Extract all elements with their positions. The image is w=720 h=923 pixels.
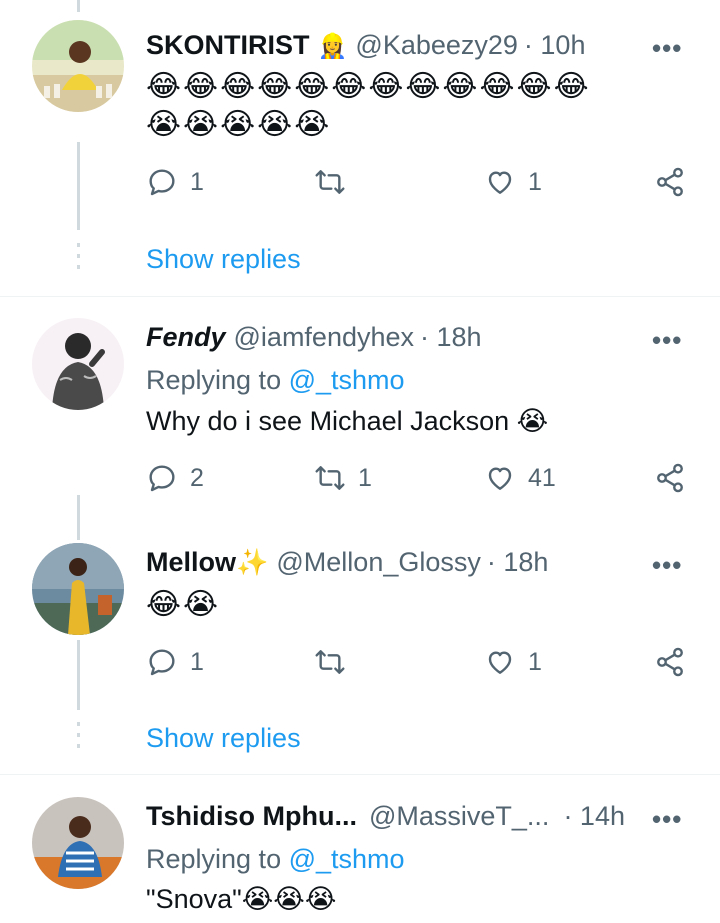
display-name[interactable]: Fendy [146,322,226,353]
display-name[interactable]: Tshidiso Mphu... [146,801,357,832]
heart-icon [488,171,512,194]
tweet-header: SKONTIRIST 👷‍♀️ @Kabeezy29 · 10h [146,30,585,61]
user-handle[interactable]: @Mellon_Glossy [276,547,480,578]
user-handle[interactable]: @iamfendyhex [234,322,415,353]
more-options-icon[interactable]: ••• [652,35,682,61]
reply-icon [149,169,175,196]
tweet-text: "Snova"😭😭😭 [146,884,337,914]
show-replies-link[interactable]: Show replies [146,723,301,754]
divider [0,774,720,775]
like-button[interactable]: 1 [484,166,542,198]
share-icon [657,647,683,677]
display-name[interactable]: SKONTIRIST [146,30,310,61]
avatar[interactable] [32,20,124,112]
display-name[interactable]: Mellow [146,547,236,578]
tweet-text: 😭😭😭😭😭 [146,108,332,141]
replying-to-handle[interactable]: @_tshmo [289,365,405,395]
tweet-text: Why do i see Michael Jackson 😭 [146,406,549,436]
share-button[interactable] [654,166,686,198]
share-button[interactable] [654,462,686,494]
like-count: 41 [528,463,556,492]
reply-icon [149,649,175,676]
like-count: 1 [528,167,542,196]
tweet-actions: 1 1 [146,166,696,206]
tweet-text: 😂😭 [146,588,221,621]
user-handle[interactable]: @Kabeezy29 [355,30,518,61]
avatar[interactable] [32,318,124,410]
reply-button[interactable]: 1 [146,646,204,678]
reply-count: 1 [190,647,204,676]
user-handle[interactable]: @MassiveT_... [369,801,549,832]
share-icon [657,167,683,197]
timestamp[interactable]: · 18h [487,547,549,578]
retweet-button[interactable] [314,166,358,198]
replying-to: Replying to @_tshmo [146,365,405,396]
retweet-icon [315,650,345,674]
retweet-button[interactable] [314,646,358,678]
avatar[interactable] [32,797,124,889]
name-emoji: ✨ [236,547,269,577]
tweet-text: 😂😂😂😂😂😂😂😂😂😂😂😂 [146,70,591,103]
reply-button[interactable]: 1 [146,166,204,198]
like-count: 1 [528,647,542,676]
retweet-icon [315,170,345,194]
timestamp[interactable]: · 14h [563,801,625,832]
tweet-actions: 2 1 41 [146,462,696,502]
replying-to-label: Replying to [146,365,289,395]
thread-line [77,142,80,230]
tweet-header: Fendy @iamfendyhex · 18h [146,322,482,353]
like-button[interactable]: 1 [484,646,542,678]
tweet-actions: 1 1 [146,646,696,686]
thread-dots [77,722,80,755]
timestamp[interactable]: · 10h [524,30,586,61]
thread-line [77,0,80,12]
name-emoji: 👷‍♀️ [317,33,348,60]
more-options-icon[interactable]: ••• [652,552,682,578]
replying-to-label: Replying to [146,844,289,874]
reply-button[interactable]: 2 [146,462,204,494]
reply-icon [149,465,175,492]
reply-count: 2 [190,463,204,492]
more-options-icon[interactable]: ••• [652,806,682,832]
retweet-button[interactable]: 1 [314,462,372,494]
thread-line [77,640,80,710]
thread-dots [77,243,80,276]
tweet-header: Tshidiso Mphu... @MassiveT_... · 14h [146,801,625,832]
like-button[interactable]: 41 [484,462,556,494]
heart-icon [488,467,512,490]
show-replies-link[interactable]: Show replies [146,244,301,275]
share-icon [657,463,683,493]
replying-to-handle[interactable]: @_tshmo [289,844,405,874]
retweet-icon [315,466,345,490]
reply-count: 1 [190,167,204,196]
retweet-count: 1 [358,463,372,492]
replying-to: Replying to @_tshmo [146,844,405,875]
share-button[interactable] [654,646,686,678]
tweet-header: Mellow ✨ @Mellon_Glossy · 18h [146,547,548,578]
thread-line [77,495,80,540]
avatar[interactable] [32,543,124,635]
timestamp[interactable]: · 18h [420,322,482,353]
more-options-icon[interactable]: ••• [652,327,682,353]
heart-icon [488,651,512,674]
divider [0,296,720,297]
